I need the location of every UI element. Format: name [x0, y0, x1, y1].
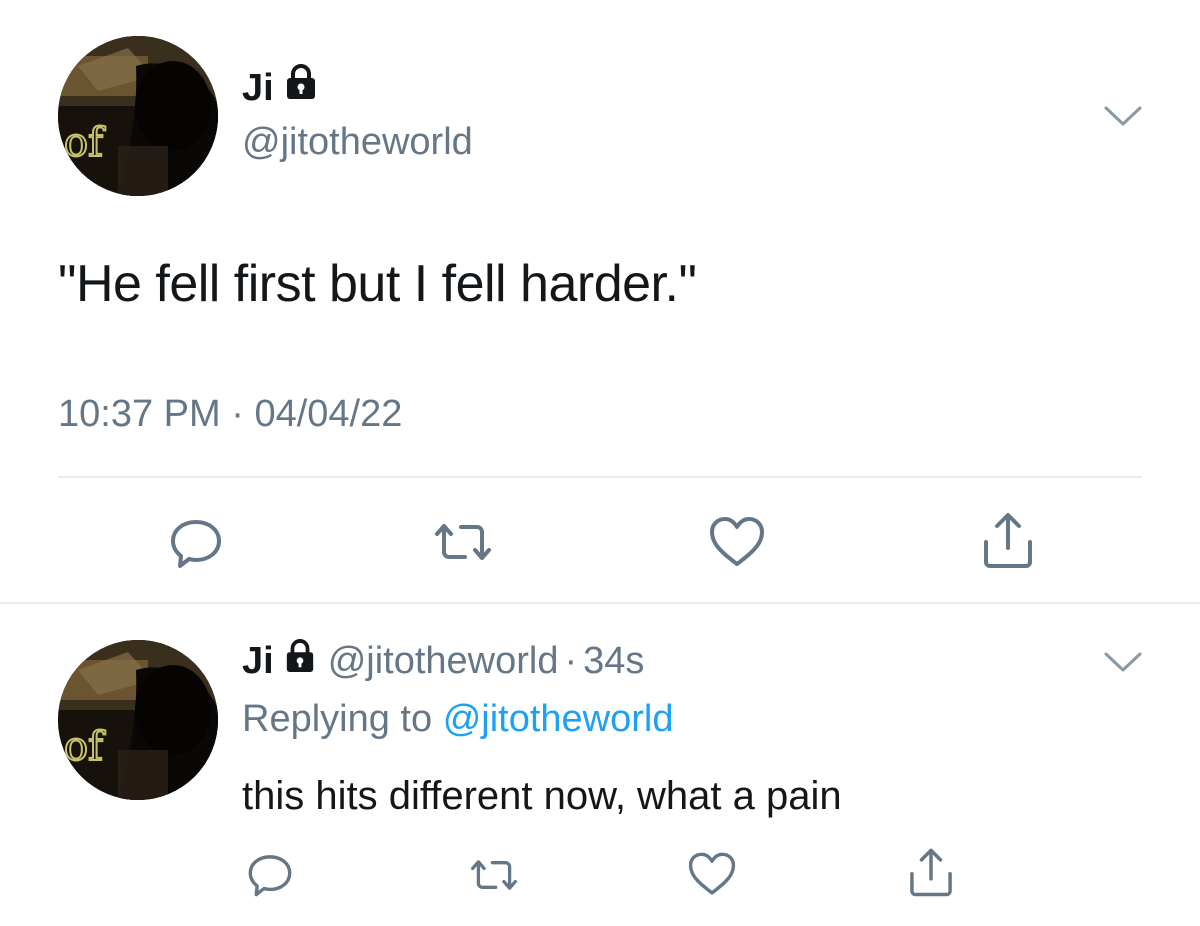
- share-button[interactable]: [906, 846, 956, 898]
- reply-author-handle[interactable]: @jitotheworld: [328, 636, 559, 686]
- reply-avatar[interactable]: of: [58, 640, 218, 800]
- heart-icon: [710, 517, 764, 566]
- reply-separator: ·: [564, 640, 578, 682]
- tweet-time: 10:37 PM: [58, 393, 221, 435]
- author-name[interactable]: Ji: [242, 64, 274, 112]
- chevron-down-icon[interactable]: [1102, 100, 1144, 130]
- retweet-button[interactable]: [431, 514, 495, 570]
- share-icon: [910, 848, 952, 897]
- retweet-icon: [435, 524, 491, 560]
- like-button[interactable]: [686, 850, 738, 898]
- avatar-image: of: [58, 36, 218, 196]
- reply-button[interactable]: [245, 850, 295, 898]
- divider: [58, 476, 1142, 478]
- meta-separator: ·: [231, 393, 244, 435]
- avatar-image: of: [58, 640, 218, 800]
- retweet-button[interactable]: [466, 852, 522, 898]
- reply-timestamp[interactable]: 34s: [583, 636, 644, 686]
- reply-icon: [171, 520, 221, 568]
- tweet-text: "He fell first but I fell harder.": [58, 255, 697, 313]
- svg-text:of: of: [64, 120, 106, 166]
- lock-icon: [284, 636, 316, 686]
- retweet-icon: [471, 860, 517, 890]
- reply-text: this hits different now, what a pain: [242, 774, 842, 818]
- lock-icon: [284, 64, 318, 112]
- replying-to-label: Replying to: [242, 698, 433, 740]
- replying-to: Replying to @jitotheworld: [242, 694, 673, 744]
- section-divider: [0, 602, 1200, 604]
- tweet-date: 04/04/22: [254, 393, 403, 435]
- reply-button[interactable]: [168, 514, 224, 570]
- share-icon: [984, 513, 1032, 568]
- like-button[interactable]: [708, 514, 766, 570]
- chevron-down-icon[interactable]: [1102, 646, 1144, 676]
- author-handle[interactable]: @jitotheworld: [242, 118, 473, 166]
- heart-icon: [688, 852, 736, 895]
- share-button[interactable]: [980, 510, 1036, 570]
- avatar[interactable]: of: [58, 36, 218, 196]
- tweet-timestamp: 10:37 PM · 04/04/22: [58, 388, 402, 440]
- replying-to-link[interactable]: @jitotheworld: [443, 698, 674, 740]
- author-name-row: Ji: [242, 64, 318, 112]
- reply-author-name[interactable]: Ji: [242, 636, 274, 686]
- svg-text:of: of: [64, 724, 106, 770]
- reply-icon: [248, 855, 292, 897]
- reply-header: Ji @jitotheworld · 34s: [242, 636, 644, 686]
